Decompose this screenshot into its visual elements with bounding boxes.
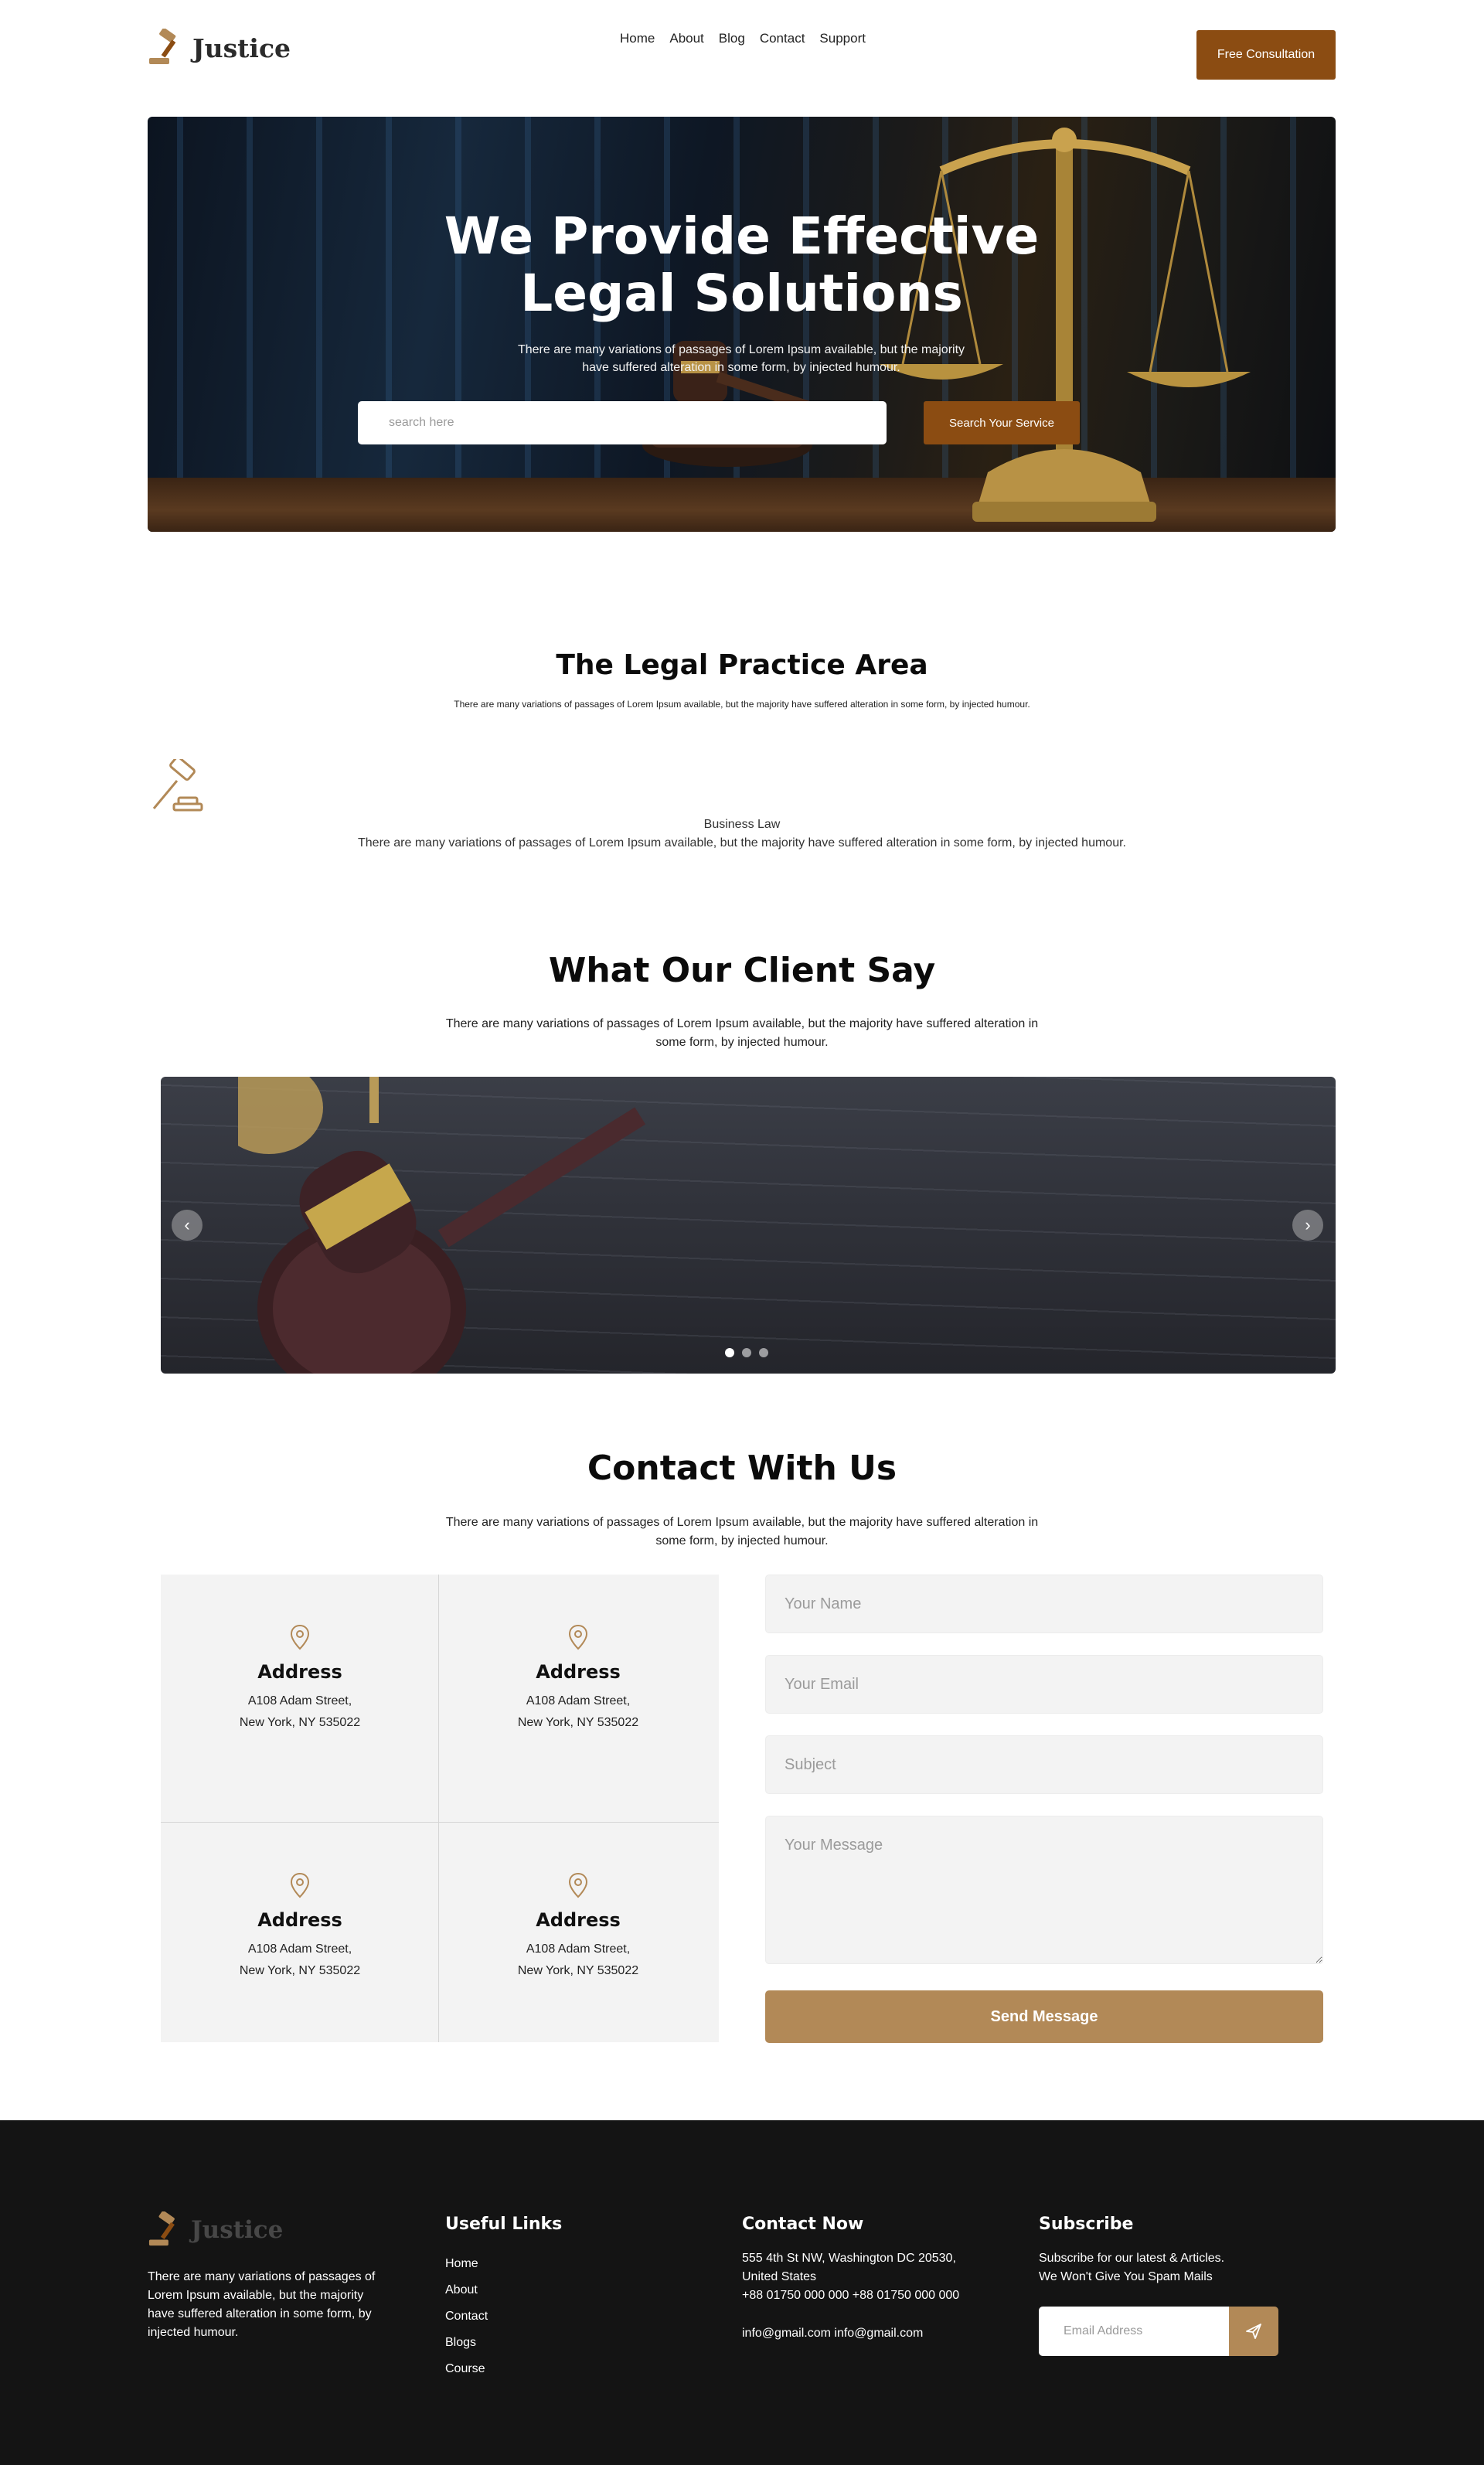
footer-link-contact[interactable]: Contact <box>445 2303 562 2330</box>
name-field[interactable] <box>765 1575 1323 1633</box>
location-pin-icon <box>290 1872 310 1898</box>
hero-title-line1: We Provide Effective <box>444 206 1040 266</box>
contact-card-address: A108 Adam Street, New York, NY 535022 <box>239 1942 361 1977</box>
send-message-button[interactable]: Send Message <box>765 1990 1323 2043</box>
search-service-button[interactable]: Search Your Service <box>924 401 1080 444</box>
footer-subscribe-title: Subscribe <box>1039 2215 1134 2234</box>
footer-email[interactable]: info@gmail.com info@gmail.com <box>742 2327 974 2341</box>
contact-info-card: Address A108 Adam Street, New York, NY 53… <box>439 1872 717 1982</box>
practice-section-subtitle: There are many variations of passages of… <box>454 699 1030 710</box>
footer-link-home[interactable]: Home <box>445 2251 562 2277</box>
location-pin-icon <box>568 1872 588 1898</box>
footer-about-text: There are many variations of passages of… <box>148 2270 376 2339</box>
footer-contact-title: Contact Now <box>742 2215 864 2234</box>
contact-card-address: A108 Adam Street, New York, NY 535022 <box>239 1694 361 1729</box>
subscribe-send-button[interactable] <box>1229 2307 1278 2356</box>
subscribe-email-input[interactable] <box>1039 2307 1229 2356</box>
brand-name: Justice <box>192 32 291 63</box>
slider-next-arrow-icon[interactable]: › <box>1292 1210 1323 1241</box>
footer-address: 555 4th St NW, Washington DC 20530, Unit… <box>742 2252 956 2283</box>
navbar: Justice Home About Blog Contact Support … <box>0 0 1484 116</box>
footer-phone: +88 01750 000 000 +88 01750 000 000 <box>742 2289 960 2302</box>
gavel-icon <box>148 2211 175 2246</box>
footer-subscribe-text: Subscribe for our latest & Articles. We … <box>1039 2252 1225 2283</box>
contact-card-title: Address <box>257 1909 342 1931</box>
contact-info-grid: Address A108 Adam Street, New York, NY 53… <box>161 1575 719 2042</box>
slider-dot-1[interactable] <box>725 1348 734 1357</box>
contact-card-address: A108 Adam Street, New York, NY 535022 <box>517 1694 639 1729</box>
footer-useful-links: Useful Links Home About Contact Blogs Co… <box>445 2215 562 2382</box>
slider-pagination <box>725 1348 768 1357</box>
slider-gavel-image <box>238 1077 646 1374</box>
brand-logo[interactable]: Justice <box>148 29 291 67</box>
footer-link-course[interactable]: Course <box>445 2356 562 2382</box>
practice-item-description: There are many variations of passages of… <box>358 836 1126 849</box>
location-pin-icon <box>568 1624 588 1650</box>
hero-subtitle: There are many variations of passages of… <box>517 343 965 374</box>
footer-brand-logo[interactable]: Justice <box>148 2211 283 2249</box>
hero-banner: We Provide Effective Legal Solutions The… <box>148 117 1336 532</box>
slider-dot-3[interactable] <box>759 1348 768 1357</box>
message-field[interactable] <box>765 1816 1323 1964</box>
nav-link-about[interactable]: About <box>669 31 703 46</box>
testimonials-section-subtitle: There are many variations of passages of… <box>445 1017 1039 1049</box>
footer-brand-name: Justice <box>191 2216 284 2244</box>
nav-link-support[interactable]: Support <box>819 31 866 46</box>
subscribe-form <box>1039 2307 1278 2356</box>
gavel-icon <box>152 759 203 812</box>
slider-dot-2[interactable] <box>742 1348 751 1357</box>
subject-field[interactable] <box>765 1735 1323 1794</box>
footer-contact: Contact Now 555 4th St NW, Washington DC… <box>742 2215 974 2341</box>
main-nav: Home About Blog Contact Support <box>620 31 866 46</box>
testimonials-section-title: What Our Client Say <box>548 951 936 990</box>
footer-contact-details: 555 4th St NW, Washington DC 20530, Unit… <box>742 2249 974 2305</box>
free-consultation-button[interactable]: Free Consultation <box>1196 30 1336 80</box>
contact-info-card: Address A108 Adam Street, New York, NY 53… <box>161 1872 439 1982</box>
practice-item-name: Business Law <box>703 818 781 831</box>
slider-prev-arrow-icon[interactable]: ‹ <box>172 1210 203 1241</box>
contact-section-subtitle: There are many variations of passages of… <box>445 1516 1039 1547</box>
footer-link-about[interactable]: About <box>445 2277 562 2303</box>
practice-section-title: The Legal Practice Area <box>556 649 928 681</box>
email-field[interactable] <box>765 1655 1323 1714</box>
hero-title: We Provide Effective Legal Solutions <box>148 208 1336 322</box>
testimonial-slider[interactable]: ‹ › <box>161 1077 1336 1374</box>
footer-useful-links-title: Useful Links <box>445 2215 563 2234</box>
contact-card-title: Address <box>536 1661 621 1683</box>
footer-link-blogs[interactable]: Blogs <box>445 2330 562 2356</box>
footer: Justice There are many variations of pas… <box>0 2120 1484 2465</box>
contact-card-title: Address <box>536 1909 621 1931</box>
grid-divider <box>161 1822 719 1823</box>
contact-info-card: Address A108 Adam Street, New York, NY 53… <box>439 1624 717 1734</box>
contact-card-address: A108 Adam Street, New York, NY 535022 <box>517 1942 639 1977</box>
hero-scale-of-justice-image <box>880 128 1251 522</box>
contact-card-title: Address <box>257 1661 342 1683</box>
nav-link-home[interactable]: Home <box>620 31 655 46</box>
location-pin-icon <box>290 1624 310 1650</box>
contact-info-card: Address A108 Adam Street, New York, NY 53… <box>161 1624 439 1734</box>
hero-search-input[interactable] <box>358 401 887 444</box>
contact-section-title: Contact With Us <box>587 1449 897 1488</box>
gavel-icon <box>149 29 176 64</box>
send-icon <box>1246 2324 1261 2339</box>
nav-link-blog[interactable]: Blog <box>719 31 745 46</box>
nav-link-contact[interactable]: Contact <box>760 31 805 46</box>
hero-title-line2: Legal Solutions <box>520 264 963 323</box>
footer-subscribe: Subscribe Subscribe for our latest & Art… <box>1039 2215 1302 2286</box>
